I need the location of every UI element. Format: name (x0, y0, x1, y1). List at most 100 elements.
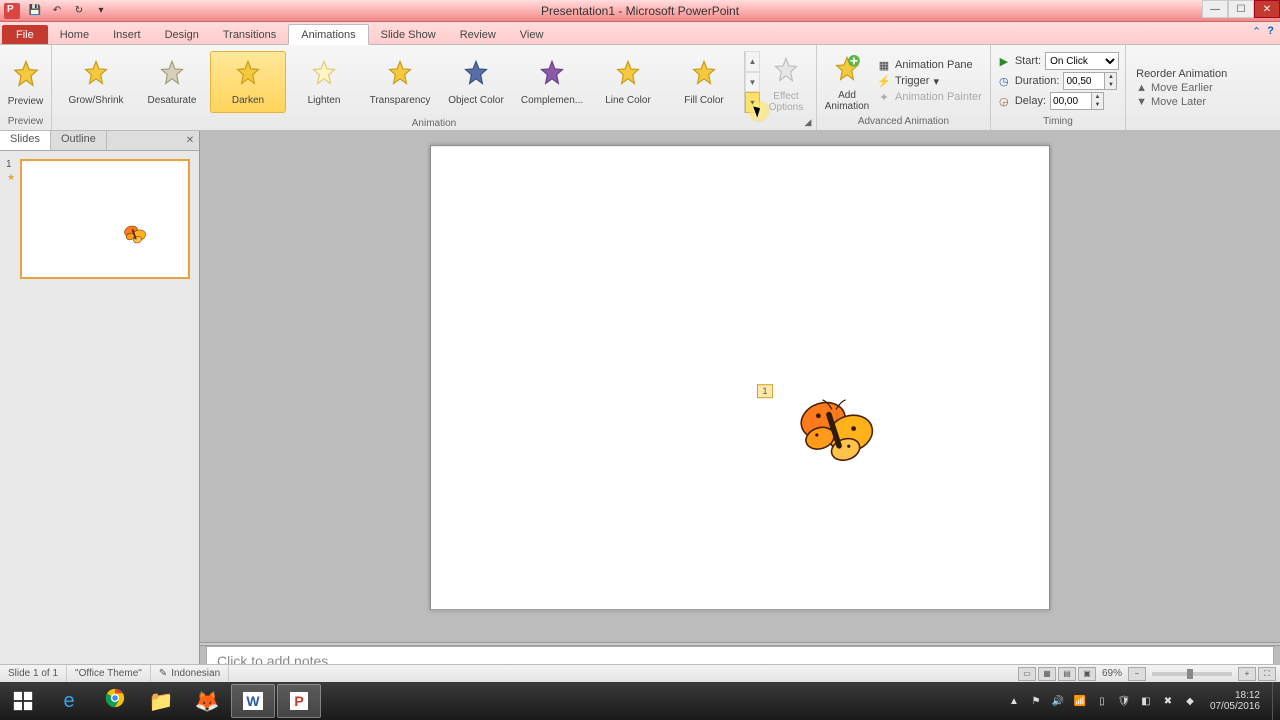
spin-down[interactable]: ▼ (1104, 81, 1116, 89)
minimize-ribbon-icon[interactable]: ⌃ (1252, 25, 1261, 38)
animation-order-tag[interactable]: 1 (757, 384, 773, 398)
gallery-item-fill-color[interactable]: Fill Color (666, 51, 742, 113)
zoom-slider[interactable] (1152, 672, 1232, 676)
taskbar-word[interactable]: W (231, 684, 275, 718)
help-icon[interactable]: ? (1267, 25, 1274, 38)
tray-volume-icon[interactable]: 🔊 (1050, 693, 1066, 709)
reading-view-button[interactable]: ▤ (1058, 667, 1076, 681)
taskbar-explorer[interactable]: 📁 (139, 684, 183, 718)
trigger-button[interactable]: ⚡ Trigger ▾ (877, 74, 982, 88)
status-bar: Slide 1 of 1 "Office Theme" ✎Indonesian … (0, 664, 1280, 682)
start-button[interactable] (0, 682, 46, 720)
tab-home[interactable]: Home (48, 25, 101, 44)
delay-spinner[interactable]: ▲▼ (1050, 92, 1104, 110)
gallery-item-desaturate[interactable]: Desaturate (134, 51, 210, 113)
tray-battery-icon[interactable]: ▯ (1094, 693, 1110, 709)
slide-canvas[interactable]: 1 (200, 131, 1280, 642)
animation-painter-button[interactable]: ✦ Animation Painter (877, 90, 982, 104)
move-earlier-button[interactable]: ▲Move Earlier (1136, 82, 1227, 94)
gallery-item-grow-shrink[interactable]: Grow/Shrink (58, 51, 134, 113)
gallery-item-object-color[interactable]: Object Color (438, 51, 514, 113)
gallery-item-label: Grow/Shrink (68, 95, 123, 106)
title-bar: 💾 ↶ ↻ ▾ Presentation1 - Microsoft PowerP… (0, 0, 1280, 22)
undo-icon[interactable]: ↶ (48, 3, 66, 19)
save-icon[interactable]: 💾 (26, 3, 44, 19)
duration-input[interactable] (1064, 76, 1102, 87)
panel-tab-outline[interactable]: Outline (51, 131, 107, 150)
tab-view[interactable]: View (508, 25, 556, 44)
start-select[interactable]: On Click (1045, 52, 1119, 70)
slide[interactable]: 1 (430, 145, 1050, 610)
normal-view-button[interactable]: ▭ (1018, 667, 1036, 681)
preview-button[interactable]: Preview (4, 55, 47, 107)
file-tab[interactable]: File (2, 25, 48, 44)
gallery-item-complemen-[interactable]: Complemen... (514, 51, 590, 113)
sorter-view-button[interactable]: ▦ (1038, 667, 1056, 681)
effect-options-button[interactable]: Effect Options (760, 52, 812, 113)
duration-spinner[interactable]: ▲▼ (1063, 72, 1117, 90)
tray-misc2-icon[interactable]: ✖ (1160, 693, 1176, 709)
tray-misc-icon[interactable]: ◧ (1138, 693, 1154, 709)
close-button[interactable]: ✕ (1254, 0, 1280, 18)
tab-animations[interactable]: Animations (288, 24, 368, 45)
gallery-scroll-up[interactable]: ▲ (745, 51, 760, 72)
butterfly-image[interactable] (791, 390, 881, 479)
chevron-down-icon: ▼ (1136, 96, 1147, 108)
taskbar-firefox[interactable]: 🦊 (185, 684, 229, 718)
add-animation-button[interactable]: Add Animation (821, 51, 873, 112)
gallery-item-label: Complemen... (521, 95, 583, 106)
qat-dropdown-icon[interactable]: ▾ (92, 3, 110, 19)
reorder-title: Reorder Animation (1136, 68, 1227, 80)
redo-icon[interactable]: ↻ (70, 3, 88, 19)
maximize-button[interactable]: ☐ (1228, 0, 1254, 18)
tray-network-icon[interactable]: 📶 (1072, 693, 1088, 709)
tab-transitions[interactable]: Transitions (211, 25, 288, 44)
panel-close-button[interactable]: ✕ (183, 133, 197, 147)
fit-window-button[interactable]: ⛶ (1258, 667, 1276, 681)
zoom-out-button[interactable]: − (1128, 667, 1146, 681)
gallery-more-button[interactable]: ▾ (745, 92, 760, 113)
play-icon: ▶ (997, 54, 1011, 68)
ribbon: Preview Preview Grow/ShrinkDesaturateDar… (0, 45, 1280, 131)
gallery-item-darken[interactable]: Darken (210, 51, 286, 113)
delay-input[interactable] (1051, 96, 1089, 107)
spin-down[interactable]: ▼ (1091, 101, 1103, 109)
ie-icon: e (63, 690, 74, 713)
gallery-scroll-down[interactable]: ▼ (745, 72, 760, 93)
tray-flag-icon[interactable]: ⚑ (1028, 693, 1044, 709)
show-desktop-button[interactable] (1272, 682, 1278, 720)
start-label: Start: (1015, 55, 1041, 67)
effect-options-label: Effect Options (769, 91, 803, 113)
taskbar-chrome[interactable] (93, 684, 137, 718)
spin-up[interactable]: ▲ (1091, 93, 1103, 101)
animation-pane-button[interactable]: ▦ Animation Pane (877, 58, 982, 72)
tab-slideshow[interactable]: Slide Show (369, 25, 448, 44)
slides-panel: Slides Outline ✕ 1 ★ (0, 131, 200, 682)
taskbar-powerpoint[interactable]: P (277, 684, 321, 718)
gallery-item-label: Line Color (605, 95, 651, 106)
gallery-item-transparency[interactable]: Transparency (362, 51, 438, 113)
slideshow-view-button[interactable]: ▣ (1078, 667, 1096, 681)
tray-misc3-icon[interactable]: ◆ (1182, 693, 1198, 709)
tray-up-icon[interactable]: ▲ (1006, 693, 1022, 709)
minimize-button[interactable]: — (1202, 0, 1228, 18)
status-language[interactable]: ✎Indonesian (151, 665, 229, 682)
spin-up[interactable]: ▲ (1104, 73, 1116, 81)
animation-dialog-launcher[interactable]: ◢ (802, 116, 814, 128)
slide-thumbnail[interactable] (20, 159, 190, 279)
gallery-item-line-color[interactable]: Line Color (590, 51, 666, 113)
taskbar-clock[interactable]: 18:12 07/05/2016 (1204, 690, 1266, 712)
lightning-icon: ⚡ (877, 74, 891, 88)
tab-insert[interactable]: Insert (101, 25, 153, 44)
tab-review[interactable]: Review (448, 25, 508, 44)
brush-icon: ✦ (877, 90, 891, 104)
tray-shield-icon[interactable]: 🛡 (1116, 693, 1132, 709)
move-later-button[interactable]: ▼Move Later (1136, 96, 1227, 108)
panel-tab-slides[interactable]: Slides (0, 131, 51, 150)
tab-design[interactable]: Design (153, 25, 211, 44)
zoom-in-button[interactable]: + (1238, 667, 1256, 681)
gallery-item-lighten[interactable]: Lighten (286, 51, 362, 113)
taskbar-ie[interactable]: e (47, 684, 91, 718)
star-icon (538, 59, 566, 91)
group-timing: ▶ Start: On Click ◷ Duration: ▲▼ ◶ Delay… (991, 45, 1126, 130)
